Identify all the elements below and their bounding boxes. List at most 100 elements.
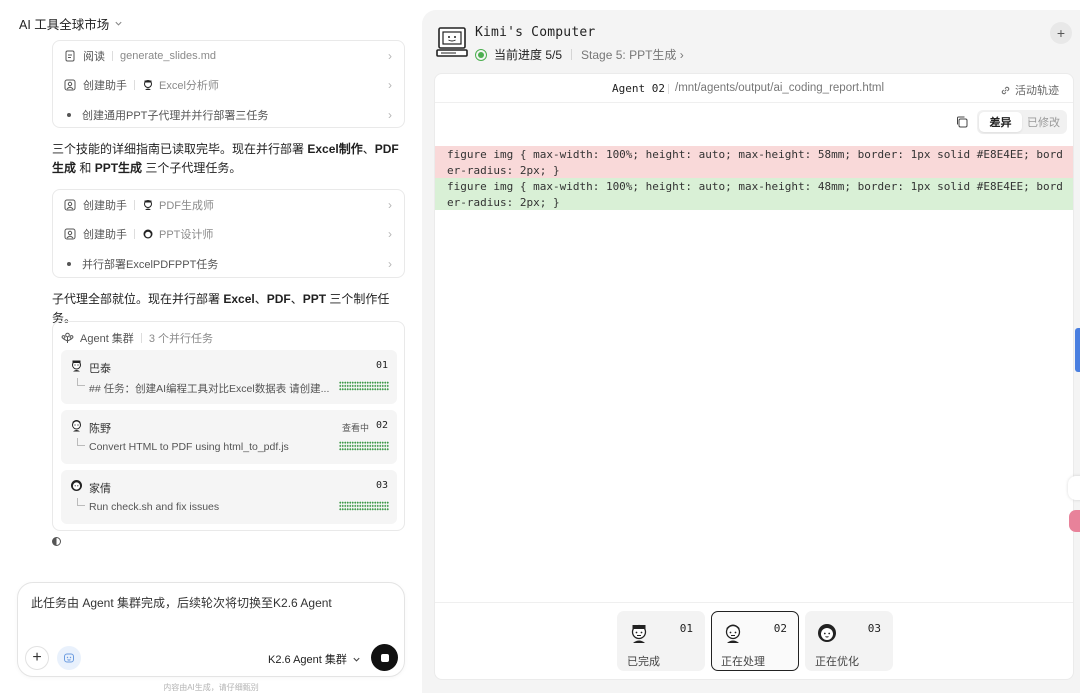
chat-input-text[interactable]: 此任务由 Agent 集群完成，后续轮次将切换至K2.6 Agent bbox=[31, 594, 332, 611]
code-text: figure img { max-width: 100%; height: au… bbox=[447, 180, 1063, 209]
agent-card-02[interactable]: 02 正在处理 bbox=[711, 611, 799, 671]
text: 三个子代理任务。 bbox=[142, 161, 242, 175]
activity-grid-icon bbox=[339, 381, 389, 391]
chevron-right-icon: › bbox=[388, 256, 392, 271]
floating-assistant-icon[interactable] bbox=[1069, 510, 1080, 532]
step-label: 创建助手 bbox=[83, 80, 127, 93]
chevron-right-icon: › bbox=[679, 48, 684, 62]
task-description: Run check.sh and fix issues bbox=[89, 501, 220, 513]
task-row[interactable]: 巴泰 01 ## 任务：创建AI编程工具对比Excel数据表 请创建... bbox=[61, 350, 397, 404]
assistant-icon bbox=[64, 79, 76, 91]
conversation-title[interactable]: AI 工具全球市场 bbox=[19, 14, 123, 33]
chevron-right-icon: › bbox=[388, 107, 392, 122]
task-agent-name: 陈野 bbox=[89, 423, 111, 435]
tree-connector bbox=[77, 438, 85, 446]
task-row[interactable]: 家倩 03 Run check.sh and fix issues bbox=[61, 470, 397, 524]
agent-cluster-card: Agent 集群 3 个并行任务 巴泰 01 ## 任务：创建AI编程工具对比E… bbox=[52, 321, 405, 531]
diff-removed-line: figure img { max-width: 100%; height: au… bbox=[435, 146, 1073, 178]
floating-widget-icon[interactable] bbox=[1068, 476, 1080, 500]
avatar-icon bbox=[631, 624, 647, 643]
tab-modified[interactable]: 已修改 bbox=[1022, 112, 1065, 132]
stage-text: Stage 5: PPT生成 bbox=[581, 48, 677, 62]
steps-card-mid: 创建助手 PDF生成师 › 创建助手 PPT设计师 › 并行部署ExcelPDF… bbox=[52, 189, 405, 278]
task-number: 03 bbox=[375, 480, 388, 491]
step-deploy[interactable]: 并行部署ExcelPDFPPT任务 › bbox=[53, 249, 404, 279]
view-toggle: 差异 已修改 bbox=[977, 110, 1067, 134]
step-read[interactable]: 阅读 generate_slides.md › bbox=[53, 41, 404, 71]
assistant-icon bbox=[64, 228, 76, 240]
computer-icon bbox=[436, 27, 468, 57]
loading-spinner-icon bbox=[52, 537, 61, 546]
diff-added-line: figure img { max-width: 100%; height: au… bbox=[435, 178, 1073, 210]
task-agent-name: 家倩 bbox=[89, 483, 111, 495]
agent-label: Agent 02 bbox=[612, 82, 665, 95]
step-label: 创建助手 bbox=[83, 229, 127, 242]
document-icon bbox=[64, 50, 76, 62]
stop-button[interactable] bbox=[371, 644, 398, 671]
task-agent-name: 巴泰 bbox=[89, 363, 111, 375]
step-detail: generate_slides.md bbox=[120, 49, 217, 62]
agent-card-01[interactable]: 01 已完成 bbox=[617, 611, 705, 671]
avatar-icon bbox=[142, 199, 154, 211]
activity-trail-link[interactable]: 活动轨迹 bbox=[1000, 82, 1059, 98]
task-number: 01 bbox=[375, 360, 388, 371]
text: 、 bbox=[254, 292, 267, 306]
bold-text: Excel制作 bbox=[307, 142, 363, 156]
cluster-header: Agent 集群 3 个并行任务 bbox=[61, 330, 213, 346]
add-button[interactable]: + bbox=[1050, 22, 1072, 44]
model-selector-label: K2.6 Agent 集群 bbox=[268, 654, 347, 666]
bold-text: Excel bbox=[223, 292, 255, 306]
avatar-icon bbox=[71, 480, 82, 491]
agent-card-03[interactable]: 03 正在优化 bbox=[805, 611, 893, 671]
assistant-icon bbox=[64, 199, 76, 211]
side-panel-tab[interactable] bbox=[1075, 328, 1080, 372]
add-attachment-button[interactable]: + bbox=[25, 646, 49, 670]
computer-pane: Kimi's Computer 当前进度 5/5 Stage 5: PPT生成 … bbox=[422, 10, 1080, 693]
task-row[interactable]: 陈野 查看中 02 Convert HTML to PDF using html… bbox=[61, 410, 397, 464]
progress-text: 当前进度 5/5 bbox=[494, 48, 563, 62]
bold-text: PDF bbox=[266, 292, 291, 306]
agent-status: 正在处理 bbox=[721, 656, 765, 668]
activity-trail-label: 活动轨迹 bbox=[1015, 85, 1059, 97]
task-status: 查看中 bbox=[341, 423, 369, 433]
step-label: 创建通用PPT子代理并并行部署三任务 bbox=[82, 109, 269, 122]
cluster-icon bbox=[61, 332, 74, 343]
avatar-icon bbox=[72, 420, 81, 432]
agent-number: 02 bbox=[773, 622, 787, 635]
agent-status: 正在优化 bbox=[815, 656, 859, 668]
step-create-assistant[interactable]: 创建助手 PDF生成师 › bbox=[53, 190, 404, 220]
chat-pane: AI 工具全球市场 阅读 generate_slides.md › 创建助手 E… bbox=[0, 0, 422, 693]
bullet-icon bbox=[67, 261, 71, 266]
step-label: 阅读 bbox=[83, 50, 105, 63]
link-icon bbox=[1001, 86, 1010, 94]
copy-icon[interactable] bbox=[955, 115, 969, 129]
agent-number: 03 bbox=[867, 622, 881, 635]
code-text: figure img { max-width: 100%; height: au… bbox=[447, 148, 1063, 177]
text: 和 bbox=[76, 161, 95, 175]
step-create-assistant[interactable]: 创建助手 PPT设计师 › bbox=[53, 220, 404, 250]
avatar-icon bbox=[725, 624, 741, 643]
tab-diff[interactable]: 差异 bbox=[979, 112, 1022, 132]
text: 、 bbox=[362, 142, 375, 156]
step-detail: Excel分析师 bbox=[159, 80, 219, 93]
step-deploy[interactable]: 创建通用PPT子代理并并行部署三任务 › bbox=[53, 100, 404, 130]
tree-connector bbox=[77, 378, 85, 386]
stage-link[interactable]: Stage 5: PPT生成 › bbox=[581, 46, 684, 63]
step-detail: PDF生成师 bbox=[159, 199, 214, 212]
bold-text: PPT bbox=[302, 292, 327, 306]
stop-icon bbox=[380, 653, 389, 662]
step-create-assistant[interactable]: 创建助手 Excel分析师 › bbox=[53, 71, 404, 101]
text: 子代理全部就位。现在并行部署 bbox=[52, 292, 224, 306]
text: 三个技能的详细指南已读取完毕。现在并行部署 bbox=[52, 142, 308, 156]
model-selector[interactable]: K2.6 Agent 集群 bbox=[268, 651, 361, 667]
chevron-right-icon: › bbox=[388, 227, 392, 242]
file-path: /mnt/agents/output/ai_coding_report.html bbox=[675, 82, 885, 94]
agent-mode-button[interactable] bbox=[57, 646, 81, 670]
activity-grid-icon bbox=[339, 501, 389, 511]
steps-card-top: 阅读 generate_slides.md › 创建助手 Excel分析师 › … bbox=[52, 40, 405, 128]
chevron-down-icon bbox=[353, 657, 360, 662]
chat-input-box[interactable]: 此任务由 Agent 集群完成，后续轮次将切换至K2.6 Agent + K2.… bbox=[17, 582, 405, 677]
step-label: 并行部署ExcelPDFPPT任务 bbox=[82, 258, 219, 271]
progress-row: 当前进度 5/5 Stage 5: PPT生成 › bbox=[475, 46, 684, 63]
assistant-message-1: 三个技能的详细指南已读取完毕。现在并行部署 Excel制作、PDF生成 和 PP… bbox=[52, 140, 407, 178]
